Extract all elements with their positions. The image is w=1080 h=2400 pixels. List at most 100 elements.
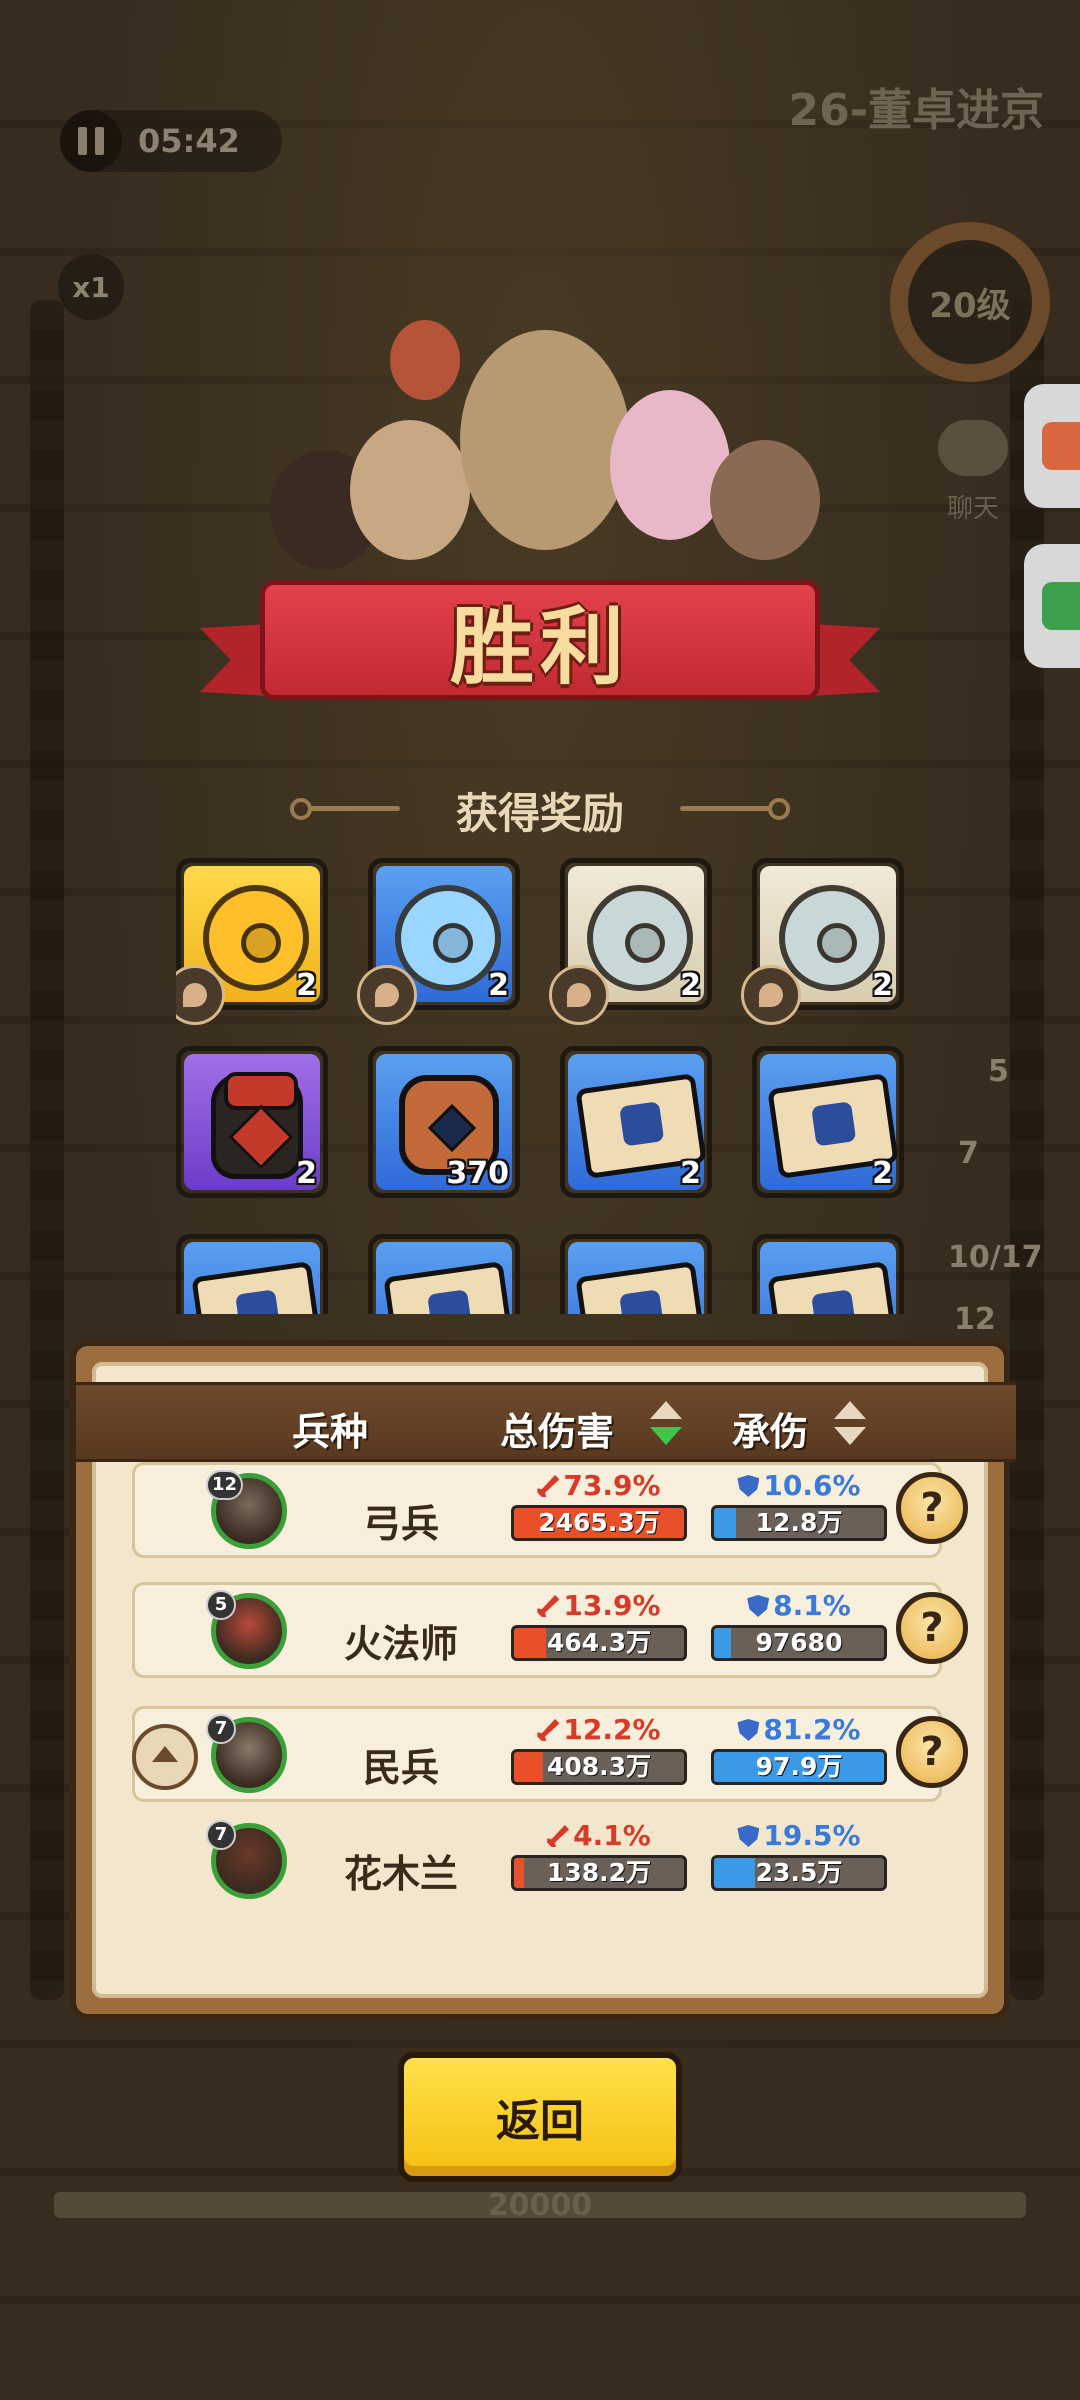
collapse-button[interactable] [132, 1724, 198, 1790]
damage-percent: 12.2% [563, 1713, 661, 1746]
damage-percent: 13.9% [563, 1589, 661, 1622]
damage-value: 2465.3万 [538, 1508, 660, 1537]
reward-count: 2 [488, 968, 509, 1003]
taken-value: 12.8万 [755, 1508, 843, 1537]
unit-stat-row: 12 弓兵 73.9% 2465.3万 10.6% 12.8万 [132, 1462, 942, 1558]
unit-help-button[interactable]: ? [896, 1592, 968, 1664]
pause-button[interactable] [60, 110, 122, 172]
unit-help-button[interactable]: ? [896, 1472, 968, 1544]
timer-text: 05:42 [138, 122, 240, 160]
shield-icon [737, 1475, 760, 1497]
stage-title: 26-董卓进京 [788, 85, 1045, 136]
chat-button[interactable]: 聊天 [918, 420, 1028, 525]
unit-help-button[interactable]: ? [896, 1716, 968, 1788]
damage-value: 408.3万 [546, 1752, 652, 1781]
reward-count: 2 [296, 1156, 317, 1191]
unit-level-badge: 7 [206, 1714, 236, 1744]
header-taken[interactable]: 承伤 [732, 1401, 808, 1456]
taken-percent: 10.6% [763, 1469, 861, 1502]
reward-count: 2 [872, 968, 893, 1003]
reward-item[interactable]: 2 [752, 1046, 904, 1198]
victory-celebration-art [230, 300, 850, 600]
reward-item[interactable]: 2 [176, 1046, 328, 1198]
character-art [460, 330, 630, 550]
unit-avatar[interactable]: 7 [206, 1820, 287, 1899]
unit-avatar[interactable]: 12 [206, 1470, 287, 1549]
reward-count: 2 [872, 1156, 893, 1191]
player-level-badge[interactable]: 20级 [890, 222, 1050, 382]
damage-bar: 2465.3万 [511, 1505, 687, 1541]
reward-count: 2 [680, 1156, 701, 1191]
unit-avatar[interactable]: 7 [206, 1714, 287, 1793]
unit-stat-row: 5 火法师 13.9% 464.3万 8.1% 97680 [132, 1582, 942, 1678]
unit-name: 弓兵 [362, 1502, 439, 1546]
battle-stats-panel: 兵种 总伤害 承伤 [70, 1340, 1016, 2020]
character-art [350, 420, 470, 560]
damage-bar: 464.3万 [511, 1625, 687, 1661]
chat-icon [938, 420, 1008, 476]
rewards-heading: 获得奖励 [455, 789, 624, 838]
unit-avatar[interactable]: 5 [206, 1590, 287, 1669]
damage-value: 138.2万 [546, 1858, 652, 1887]
header-damage[interactable]: 总伤害 [500, 1401, 614, 1456]
reward-count: 370 [446, 1156, 509, 1191]
unit-level-badge: 5 [206, 1590, 236, 1620]
side-counter-1: 5 [988, 1054, 1009, 1089]
sword-icon [537, 1719, 560, 1741]
stats-header: 兵种 总伤害 承伤 [76, 1382, 1016, 1462]
reward-item[interactable]: 2 [560, 1046, 712, 1198]
header-unit: 兵种 [292, 1410, 369, 1454]
side-tab-green[interactable] [1024, 544, 1080, 668]
chat-label: 聊天 [946, 494, 999, 524]
speed-toggle[interactable]: x1 [58, 254, 124, 320]
reward-item[interactable] [752, 1234, 904, 1314]
white-stone-icon [587, 885, 693, 991]
damage-stat: 4.1% 138.2万 [511, 1819, 687, 1891]
reward-count: 2 [680, 968, 701, 1003]
damage-stat: 73.9% 2465.3万 [511, 1469, 687, 1541]
reward-item[interactable]: 2 [176, 858, 328, 1025]
unit-level-badge: 12 [206, 1470, 244, 1500]
shield-icon [737, 1825, 760, 1847]
wine-jar-art [390, 320, 460, 400]
reward-item[interactable] [560, 1234, 712, 1314]
reward-item[interactable] [176, 1234, 328, 1314]
mage-type-icon [357, 965, 417, 1025]
reward-grid[interactable]: 2 2 2 2 2 370 2 2 [176, 858, 906, 1314]
victory-title: 胜利 [449, 597, 630, 696]
sword-icon [537, 1475, 560, 1497]
taken-stat: 10.6% 12.8万 [711, 1469, 887, 1541]
reward-item[interactable]: 2 [741, 858, 904, 1025]
damage-bar: 408.3万 [511, 1749, 687, 1785]
side-tab-orange[interactable] [1024, 384, 1080, 508]
unit-name: 民兵 [362, 1746, 439, 1790]
sword-icon [537, 1595, 560, 1617]
unit-level-badge: 7 [206, 1820, 236, 1850]
taken-value: 97680 [755, 1628, 843, 1657]
damage-percent: 73.9% [563, 1469, 661, 1502]
battle-timer: 05:42 [60, 110, 282, 172]
damage-bar: 138.2万 [511, 1855, 687, 1891]
taken-bar: 12.8万 [711, 1505, 887, 1541]
sort-damage-icon[interactable] [648, 1401, 684, 1449]
side-counter-3: 10/17 [948, 1240, 1043, 1275]
character-art [710, 440, 820, 560]
archer-type-icon [741, 965, 801, 1025]
unit-stat-row: 7 民兵 12.2% 408.3万 81.2% 97.9万 [132, 1706, 942, 1802]
taken-percent: 19.5% [763, 1819, 861, 1852]
wine-jar-icon [211, 1072, 303, 1179]
reward-item[interactable]: 2 [357, 858, 520, 1025]
chevron-up-icon [152, 1746, 178, 1762]
shield-icon [747, 1595, 770, 1617]
reward-item[interactable]: 2 [549, 858, 712, 1025]
gold-stone-icon [203, 885, 309, 991]
taken-percent: 81.2% [763, 1713, 861, 1746]
reward-item[interactable]: 370 [368, 1046, 520, 1198]
return-button[interactable]: 返回 [398, 2052, 682, 2182]
taken-percent: 8.1% [773, 1589, 851, 1622]
reward-item[interactable] [368, 1234, 520, 1314]
damage-stat: 12.2% 408.3万 [511, 1713, 687, 1785]
damage-value: 464.3万 [546, 1628, 652, 1657]
sort-taken-icon[interactable] [832, 1401, 868, 1449]
taken-stat: 81.2% 97.9万 [711, 1713, 887, 1785]
